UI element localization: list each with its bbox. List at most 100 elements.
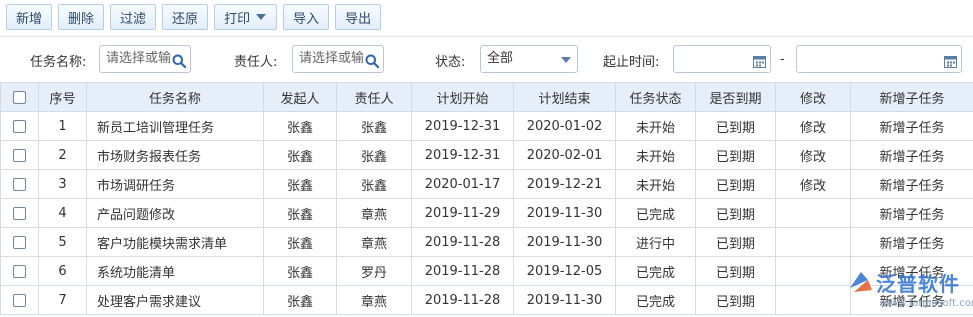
- col-header-edit[interactable]: 修改: [775, 82, 851, 112]
- add-subtask-link[interactable]: 新增子任务: [850, 111, 973, 141]
- table-row[interactable]: 1 新员工培训管理任务 张鑫 张鑫 2019-12-31 2020-01-02 …: [0, 111, 973, 141]
- export-button[interactable]: 导出: [335, 4, 382, 30]
- task-name-link[interactable]: 市场财务报表任务: [86, 140, 264, 170]
- table-row[interactable]: 7 处理客户需求建议 张鑫 章燕 2019-11-28 2019-11-30 已…: [0, 285, 973, 315]
- task-name-link[interactable]: 客户功能模块需求清单: [86, 227, 264, 257]
- row-checkbox[interactable]: [13, 235, 26, 249]
- status-label: 状态:: [435, 55, 466, 70]
- assignee-link[interactable]: 张鑫: [336, 169, 412, 199]
- row-checkbox[interactable]: [13, 119, 26, 133]
- start-date-input[interactable]: [673, 45, 771, 73]
- edit-link: [775, 256, 851, 286]
- date-range-label: 起止时间:: [603, 55, 660, 70]
- assignee-link[interactable]: 章燕: [336, 227, 412, 257]
- initiator-link[interactable]: 张鑫: [263, 140, 337, 170]
- row-no: 3: [38, 169, 87, 199]
- col-header-end[interactable]: 计划结束: [513, 82, 616, 112]
- restore-button[interactable]: 还原: [162, 4, 209, 30]
- row-select-cell[interactable]: [0, 227, 39, 257]
- task-table: 序号 任务名称 发起人 责任人 计划开始 计划结束 任务状态 是否到期 修改 新…: [0, 82, 973, 315]
- edit-link: [775, 285, 851, 315]
- assignee-link[interactable]: 张鑫: [336, 140, 412, 170]
- col-header-name[interactable]: 任务名称: [86, 82, 264, 112]
- due-status: 已到期: [695, 169, 776, 199]
- table-row[interactable]: 3 市场调研任务 张鑫 张鑫 2020-01-17 2019-12-21 未开始…: [0, 169, 973, 199]
- col-header-no[interactable]: 序号: [38, 82, 87, 112]
- assignee-input[interactable]: 请选择或输: [292, 45, 384, 73]
- delete-button[interactable]: 删除: [58, 4, 105, 30]
- edit-link[interactable]: 修改: [775, 111, 851, 141]
- status-value: 全部: [487, 51, 514, 66]
- import-button[interactable]: 导入: [283, 4, 330, 30]
- col-header-start[interactable]: 计划开始: [411, 82, 514, 112]
- task-name-link[interactable]: 处理客户需求建议: [86, 285, 264, 315]
- task-name-link[interactable]: 系统功能清单: [86, 256, 264, 286]
- edit-link[interactable]: 修改: [775, 169, 851, 199]
- search-icon[interactable]: [365, 52, 380, 72]
- task-name-link[interactable]: 市场调研任务: [86, 169, 264, 199]
- table-row[interactable]: 5 客户功能模块需求清单 张鑫 章燕 2019-11-28 2019-11-30…: [0, 227, 973, 257]
- row-select-cell[interactable]: [0, 256, 39, 286]
- assignee-link[interactable]: 张鑫: [336, 111, 412, 141]
- task-name-link[interactable]: 新员工培训管理任务: [86, 111, 264, 141]
- calendar-icon[interactable]: [753, 52, 766, 72]
- task-name-link[interactable]: 产品问题修改: [86, 198, 264, 228]
- initiator-link[interactable]: 张鑫: [263, 256, 337, 286]
- row-select-cell[interactable]: [0, 285, 39, 315]
- assignee-link[interactable]: 章燕: [336, 198, 412, 228]
- row-checkbox[interactable]: [13, 264, 26, 278]
- calendar-icon[interactable]: [944, 52, 957, 72]
- search-icon[interactable]: [172, 52, 187, 72]
- col-header-status[interactable]: 任务状态: [615, 82, 696, 112]
- edit-link[interactable]: 修改: [775, 140, 851, 170]
- due-status: 已到期: [695, 285, 776, 315]
- assignee-link[interactable]: 罗丹: [336, 256, 412, 286]
- row-checkbox[interactable]: [13, 293, 26, 307]
- col-header-initiator[interactable]: 发起人: [263, 82, 337, 112]
- add-subtask-link[interactable]: 新增子任务: [850, 198, 973, 228]
- col-header-assignee[interactable]: 责任人: [336, 82, 412, 112]
- add-subtask-link[interactable]: 新增子任务: [850, 140, 973, 170]
- delete-button-label: 删除: [68, 11, 95, 27]
- plan-end: 2020-02-01: [513, 140, 616, 170]
- select-all-cell[interactable]: [0, 82, 39, 112]
- initiator-link[interactable]: 张鑫: [263, 285, 337, 315]
- initiator-link[interactable]: 张鑫: [263, 111, 337, 141]
- plan-end: 2020-01-02: [513, 111, 616, 141]
- initiator-link[interactable]: 张鑫: [263, 227, 337, 257]
- table-row[interactable]: 2 市场财务报表任务 张鑫 张鑫 2019-12-31 2020-02-01 未…: [0, 140, 973, 170]
- task-status: 已完成: [615, 198, 696, 228]
- restore-button-label: 还原: [172, 11, 199, 27]
- end-date-input[interactable]: [796, 45, 962, 73]
- row-checkbox[interactable]: [13, 177, 26, 191]
- row-select-cell[interactable]: [0, 140, 39, 170]
- plan-end: 2019-11-30: [513, 198, 616, 228]
- row-checkbox[interactable]: [13, 206, 26, 220]
- row-select-cell[interactable]: [0, 198, 39, 228]
- task-name-input[interactable]: 请选择或输: [99, 45, 191, 73]
- add-subtask-link[interactable]: 新增子任务: [850, 169, 973, 199]
- add-button[interactable]: 新增: [6, 4, 53, 30]
- row-select-cell[interactable]: [0, 169, 39, 199]
- filter-button[interactable]: 过滤: [110, 4, 157, 30]
- chevron-down-icon: [561, 57, 571, 63]
- add-button-label: 新增: [16, 11, 43, 27]
- plan-start: 2019-11-28: [411, 227, 514, 257]
- assignee-link[interactable]: 章燕: [336, 285, 412, 315]
- print-button[interactable]: 打印: [214, 4, 278, 30]
- status-select[interactable]: 全部: [480, 45, 578, 73]
- table-row[interactable]: 4 产品问题修改 张鑫 章燕 2019-11-29 2019-11-30 已完成…: [0, 198, 973, 228]
- initiator-link[interactable]: 张鑫: [263, 169, 337, 199]
- due-status: 已到期: [695, 140, 776, 170]
- row-select-cell[interactable]: [0, 111, 39, 141]
- select-all-checkbox[interactable]: [13, 90, 26, 104]
- row-no: 4: [38, 198, 87, 228]
- col-header-due[interactable]: 是否到期: [695, 82, 776, 112]
- add-subtask-link[interactable]: 新增子任务: [850, 227, 973, 257]
- initiator-link[interactable]: 张鑫: [263, 198, 337, 228]
- col-header-add-sub[interactable]: 新增子任务: [850, 82, 973, 112]
- row-checkbox[interactable]: [13, 148, 26, 162]
- task-status: 已完成: [615, 256, 696, 286]
- plan-start: 2019-11-28: [411, 285, 514, 315]
- table-row[interactable]: 6 系统功能清单 张鑫 罗丹 2019-11-28 2019-12-05 已完成…: [0, 256, 973, 286]
